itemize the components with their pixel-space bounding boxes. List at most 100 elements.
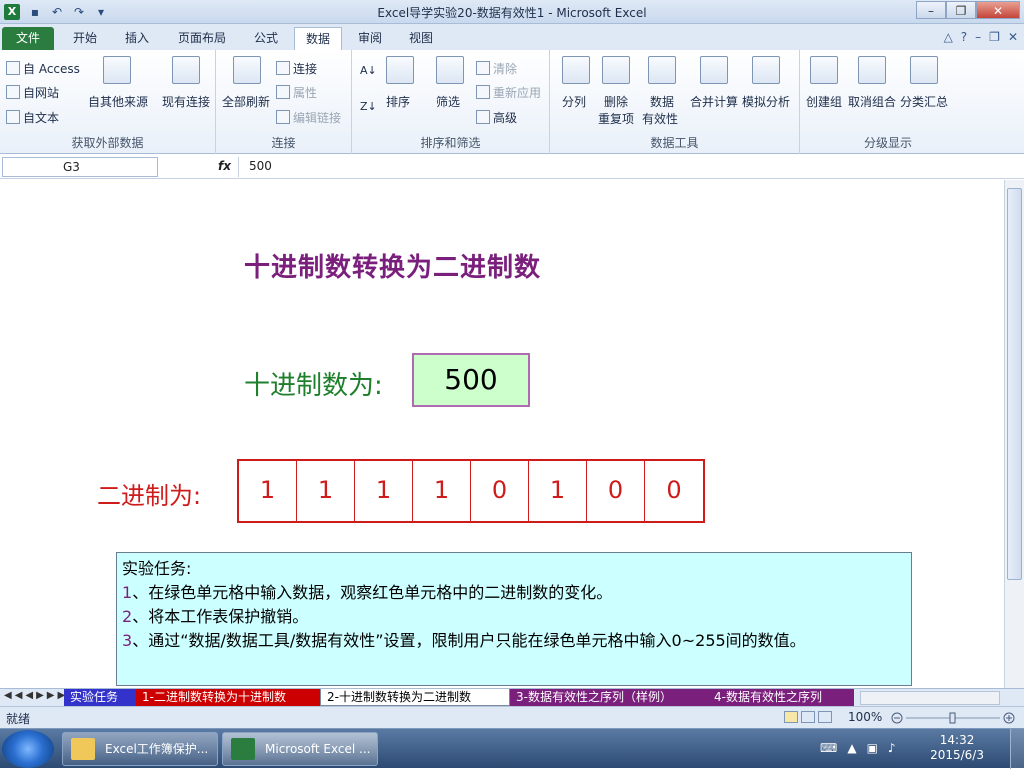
excel-taskbar-icon <box>231 738 255 760</box>
page-break-view-icon[interactable] <box>818 711 832 723</box>
properties-button[interactable]: 属性 <box>276 84 317 101</box>
refresh-all-button[interactable]: 全部刷新 <box>222 93 270 110</box>
collapse-ribbon-icon[interactable]: △ <box>944 30 953 44</box>
text-to-columns-button[interactable]: 分列 <box>562 93 586 110</box>
remove-duplicates-button-line2[interactable]: 重复项 <box>598 110 634 127</box>
existing-connections-button[interactable]: 现有连接 <box>162 93 210 110</box>
taskbar-item-folder[interactable]: Excel工作簿保护... <box>62 732 218 766</box>
from-web-button[interactable]: 自网站 <box>6 84 59 101</box>
help-icon[interactable]: ? <box>961 30 967 44</box>
data-validation-button-line1[interactable]: 数据 <box>650 93 674 110</box>
ungroup-button[interactable]: 取消组合 <box>848 93 896 110</box>
clock-date: 2015/6/3 <box>930 748 984 762</box>
connections-icon <box>276 61 290 75</box>
sheet-tab-active[interactable]: 2-十进制数转换为二进制数 <box>320 689 510 706</box>
task-number: 1 <box>122 583 133 602</box>
sort-ascending-icon[interactable]: A↓ <box>360 64 377 77</box>
workbook-restore-icon[interactable]: ❐ <box>989 30 1000 44</box>
tab-file[interactable]: 文件 <box>2 27 54 50</box>
vertical-scroll-thumb[interactable] <box>1007 188 1022 580</box>
from-other-sources-button[interactable]: 自其他来源 <box>88 93 148 110</box>
edit-links-icon <box>276 110 290 124</box>
show-hidden-icons-icon[interactable]: ▲ <box>847 741 856 755</box>
start-button-icon[interactable] <box>2 730 54 768</box>
name-box[interactable]: G3 <box>2 157 158 177</box>
zoom-slider[interactable] <box>890 711 1016 725</box>
page-layout-view-icon[interactable] <box>801 711 815 723</box>
what-if-analysis-button[interactable]: 模拟分析 <box>742 93 790 110</box>
connections-button[interactable]: 连接 <box>276 60 317 77</box>
sheet-tab[interactable]: 实验任务 <box>64 689 136 706</box>
task-note-box[interactable]: 实验任务: 1、在绿色单元格中输入数据，观察红色单元格中的二进制数的变化。 2、… <box>116 552 912 686</box>
filter-button[interactable]: 筛选 <box>436 93 460 110</box>
binary-digit-cell[interactable]: 0 <box>587 461 645 521</box>
workbook-minimize-icon[interactable]: – <box>975 30 981 44</box>
sheet-tab[interactable]: 4-数据有效性之序列 <box>708 689 854 706</box>
worksheet[interactable]: 十进制数转换为二进制数 十进制数为: 500 二进制为: 1 1 1 1 0 1… <box>0 180 1004 688</box>
group-label-connections: 连接 <box>271 136 296 150</box>
tab-review[interactable]: 审阅 <box>346 27 394 50</box>
remove-duplicates-button-line1[interactable]: 删除 <box>604 93 628 110</box>
sheet-tab[interactable]: 3-数据有效性之序列（样例） <box>510 689 708 706</box>
decimal-input-cell[interactable]: 500 <box>412 353 530 407</box>
sheet-nav-arrows-icon[interactable]: ◀◀◀▶▶▶ <box>4 690 68 701</box>
ungroup-icon <box>858 56 886 84</box>
minimize-button[interactable]: – <box>916 1 946 19</box>
sheet-tab[interactable]: 1-二进制数转换为十进制数 <box>136 689 320 706</box>
binary-digit-cell[interactable]: 1 <box>529 461 587 521</box>
network-icon[interactable]: ▣ <box>867 741 878 755</box>
sheet-title: 十进制数转换为二进制数 <box>244 253 542 283</box>
tab-formulas[interactable]: 公式 <box>242 27 290 50</box>
binary-digit-cell[interactable]: 1 <box>297 461 355 521</box>
binary-digit-cell[interactable]: 1 <box>239 461 297 521</box>
tab-data[interactable]: 数据 <box>294 27 342 50</box>
formula-input[interactable]: 500 <box>238 157 1016 177</box>
clear-label: 清除 <box>493 62 518 76</box>
zoom-level[interactable]: 100% <box>848 710 882 724</box>
text-file-icon <box>6 110 20 124</box>
binary-digit-cell[interactable]: 0 <box>471 461 529 521</box>
tab-page-layout[interactable]: 页面布局 <box>166 27 238 50</box>
filter-funnel-icon <box>436 56 464 84</box>
close-button[interactable]: ✕ <box>976 1 1020 19</box>
clock[interactable]: 14:32 2015/6/3 <box>930 733 984 763</box>
reapply-icon <box>476 85 490 99</box>
show-desktop-button[interactable] <box>1010 729 1024 769</box>
normal-view-icon[interactable] <box>784 711 798 723</box>
restore-button[interactable]: ❐ <box>946 1 976 19</box>
group-button[interactable]: 创建组 <box>806 93 842 110</box>
ribbon-tabs: 文件 开始 插入 页面布局 公式 数据 审阅 视图 △ ? – ❐ ✕ <box>0 24 1024 50</box>
keyboard-icon[interactable]: ⌨ <box>820 741 837 755</box>
consolidate-button[interactable]: 合并计算 <box>690 93 738 110</box>
vertical-scrollbar[interactable] <box>1004 180 1024 688</box>
taskbar-item-excel[interactable]: Microsoft Excel ... <box>222 732 378 766</box>
formula-bar: G3 fx 500 <box>0 155 1024 179</box>
sort-button[interactable]: 排序 <box>386 93 410 110</box>
from-access-button[interactable]: 自 Access <box>6 60 80 77</box>
volume-icon[interactable]: ♪ <box>888 741 896 755</box>
clock-time: 14:32 <box>939 733 975 747</box>
binary-digit-cell[interactable]: 0 <box>645 461 703 521</box>
data-validation-button-line2[interactable]: 有效性 <box>642 110 678 127</box>
tab-home[interactable]: 开始 <box>60 27 110 50</box>
binary-digit-cell[interactable]: 1 <box>413 461 471 521</box>
insert-function-icon[interactable]: fx <box>218 159 231 173</box>
tab-insert[interactable]: 插入 <box>112 27 162 50</box>
horizontal-scrollbar[interactable] <box>860 691 1000 705</box>
group-label-outline: 分级显示 <box>863 136 912 150</box>
from-text-button[interactable]: 自文本 <box>6 109 59 126</box>
edit-links-button[interactable]: 编辑链接 <box>276 109 341 126</box>
advanced-button[interactable]: 高级 <box>476 109 517 126</box>
from-text-label: 自文本 <box>23 111 60 125</box>
binary-digit-cell[interactable]: 1 <box>355 461 413 521</box>
reapply-button[interactable]: 重新应用 <box>476 84 541 101</box>
ribbon: 自 Access 自网站 自文本 自其他来源 现有连接 获取外部数据 全部刷新 … <box>0 50 1024 154</box>
subtotal-button[interactable]: 分类汇总 <box>900 93 948 110</box>
sort-descending-icon[interactable]: Z↓ <box>360 100 377 113</box>
tab-view[interactable]: 视图 <box>398 27 444 50</box>
workbook-close-icon[interactable]: ✕ <box>1008 30 1018 44</box>
clear-button[interactable]: 清除 <box>476 60 517 77</box>
group-sort-filter: A↓ Z↓ 排序 筛选 清除 重新应用 高级 排序和筛选 <box>352 50 550 154</box>
from-web-label: 自网站 <box>23 86 60 100</box>
remove-duplicates-icon <box>602 56 630 84</box>
